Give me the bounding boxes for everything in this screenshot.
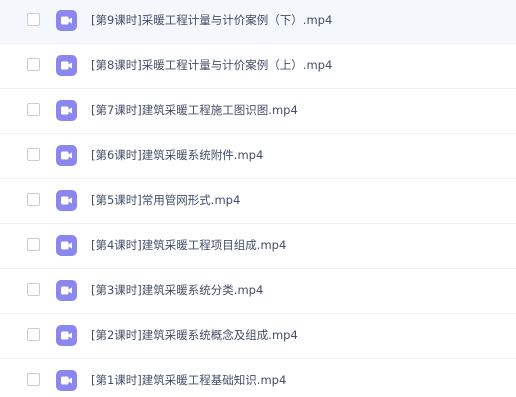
row-checkbox[interactable] [27, 238, 40, 251]
video-icon [56, 100, 77, 121]
file-name[interactable]: [第4课时]建筑采暖工程项目组成.mp4 [91, 237, 286, 253]
video-icon [56, 370, 77, 391]
row-checkbox[interactable] [27, 373, 40, 386]
file-row[interactable]: [第7课时]建筑采暖工程施工图识图.mp4 [0, 90, 516, 134]
row-checkbox[interactable] [27, 13, 40, 26]
video-icon [56, 10, 77, 31]
file-name[interactable]: [第7课时]建筑采暖工程施工图识图.mp4 [91, 102, 298, 118]
video-icon [56, 190, 77, 211]
file-name[interactable]: [第9课时]采暖工程计量与计价案例（下）.mp4 [91, 12, 332, 28]
file-row[interactable]: [第9课时]采暖工程计量与计价案例（下）.mp4 [0, 0, 516, 44]
file-list: [第9课时]采暖工程计量与计价案例（下）.mp4 [第8课时]采暖工程计量与计价… [0, 0, 516, 397]
file-row[interactable]: [第1课时]建筑采暖工程基础知识.mp4 [0, 360, 516, 397]
row-checkbox[interactable] [27, 58, 40, 71]
file-row[interactable]: [第5课时]常用管网形式.mp4 [0, 180, 516, 224]
row-checkbox[interactable] [27, 328, 40, 341]
file-name[interactable]: [第8课时]采暖工程计量与计价案例（上）.mp4 [91, 57, 332, 73]
row-checkbox[interactable] [27, 148, 40, 161]
file-row[interactable]: [第6课时]建筑采暖系统附件.mp4 [0, 135, 516, 179]
video-icon [56, 325, 77, 346]
file-row[interactable]: [第3课时]建筑采暖系统分类.mp4 [0, 270, 516, 314]
file-name[interactable]: [第6课时]建筑采暖系统附件.mp4 [91, 147, 263, 163]
file-row[interactable]: [第8课时]采暖工程计量与计价案例（上）.mp4 [0, 45, 516, 89]
file-row[interactable]: [第4课时]建筑采暖工程项目组成.mp4 [0, 225, 516, 269]
row-checkbox[interactable] [27, 103, 40, 116]
file-name[interactable]: [第2课时]建筑采暖系统概念及组成.mp4 [91, 327, 298, 343]
video-icon [56, 55, 77, 76]
video-icon [56, 280, 77, 301]
file-row[interactable]: [第2课时]建筑采暖系统概念及组成.mp4 [0, 315, 516, 359]
row-checkbox[interactable] [27, 283, 40, 296]
file-name[interactable]: [第3课时]建筑采暖系统分类.mp4 [91, 282, 263, 298]
file-name[interactable]: [第5课时]常用管网形式.mp4 [91, 192, 240, 208]
file-name[interactable]: [第1课时]建筑采暖工程基础知识.mp4 [91, 372, 286, 388]
video-icon [56, 145, 77, 166]
row-checkbox[interactable] [27, 193, 40, 206]
video-icon [56, 235, 77, 256]
